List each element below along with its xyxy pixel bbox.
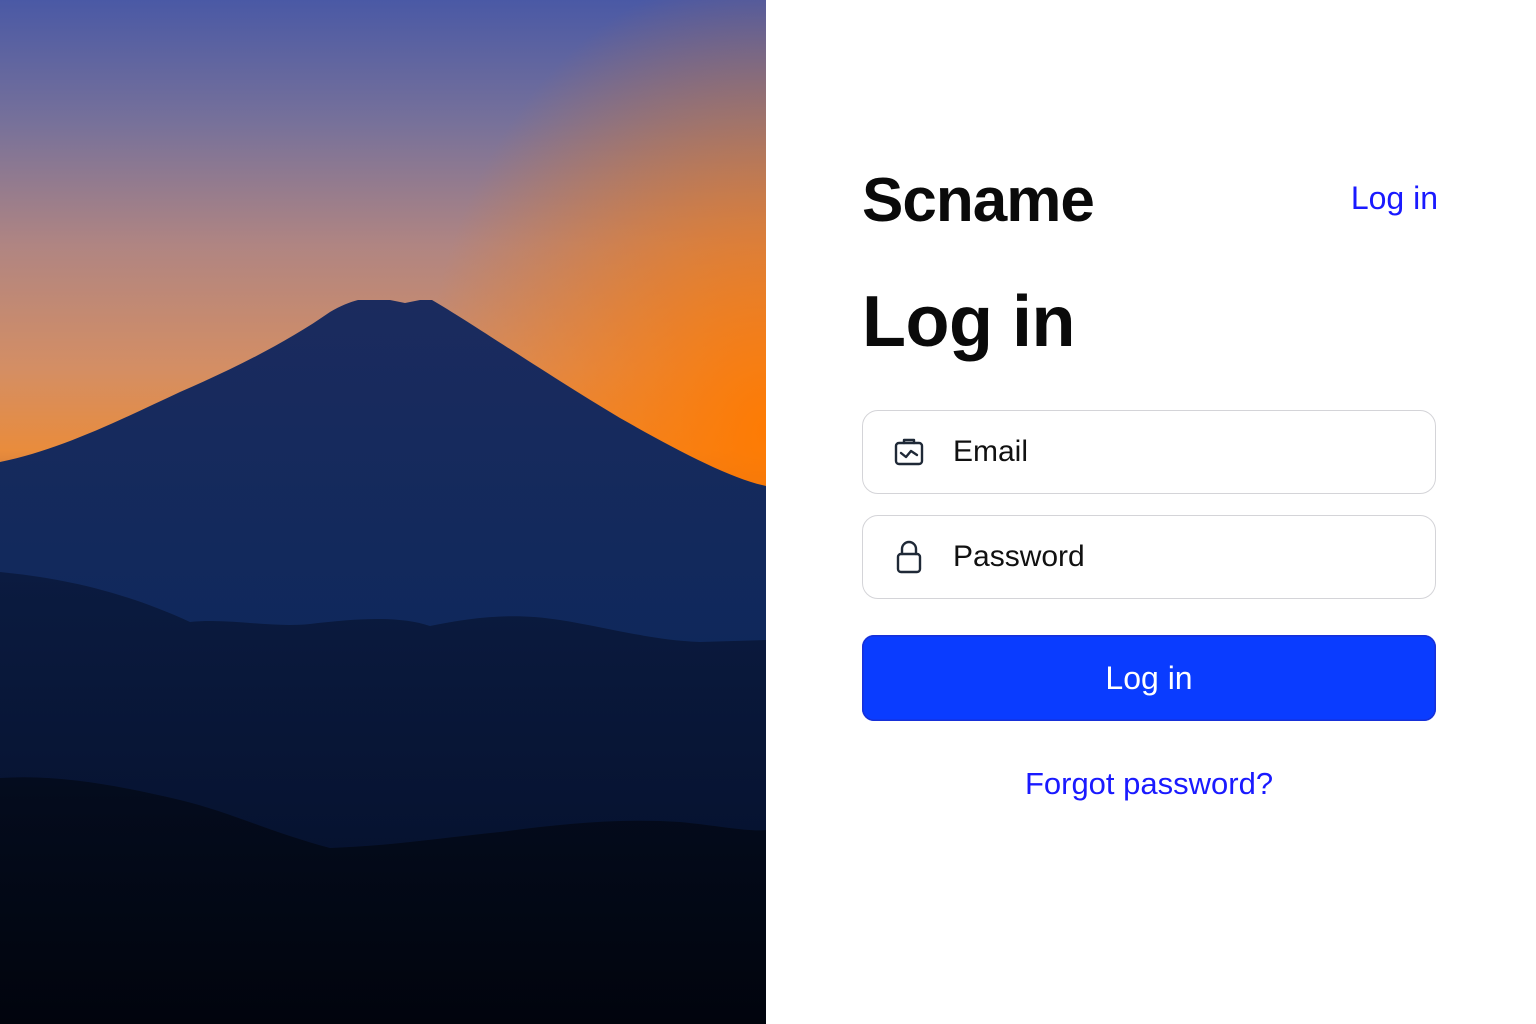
brand-logo: Scname <box>862 166 1095 235</box>
login-submit-button[interactable]: Log in <box>862 635 1436 721</box>
mountain-sunset-illustration <box>0 0 766 1024</box>
email-field[interactable] <box>862 410 1436 494</box>
login-panel <box>766 0 1536 1024</box>
hero-image <box>0 0 766 1024</box>
email-icon <box>891 434 927 470</box>
page-title: Log in <box>862 282 1075 362</box>
email-input[interactable] <box>953 435 1413 469</box>
password-input[interactable] <box>953 540 1413 574</box>
header-login-link[interactable]: Log in <box>1351 178 1438 218</box>
forgot-password-link[interactable]: Forgot password? <box>862 764 1436 804</box>
password-field[interactable] <box>862 515 1436 599</box>
lock-icon <box>891 539 927 575</box>
